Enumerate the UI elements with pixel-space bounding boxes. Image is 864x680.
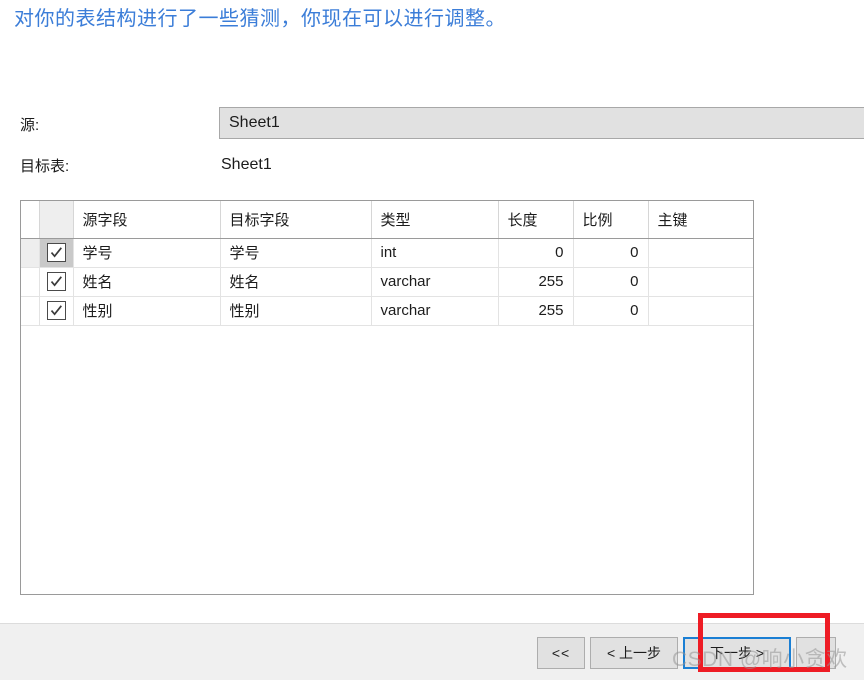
cell-length[interactable]: 255: [498, 267, 574, 297]
checkbox-icon[interactable]: [46, 301, 66, 320]
cell-type[interactable]: varchar: [371, 296, 499, 326]
row-indicator-cell: [21, 296, 40, 326]
row-checkbox-cell[interactable]: [39, 238, 74, 268]
cell-source-field[interactable]: 学号: [73, 238, 221, 268]
table-row[interactable]: 学号 学号 int 0 0: [21, 238, 753, 268]
cell-scale[interactable]: 0: [573, 238, 649, 268]
row-checkbox-cell[interactable]: [39, 267, 74, 297]
next-step-button[interactable]: 下一步 >: [683, 637, 791, 669]
row-indicator-cell: [21, 238, 40, 268]
column-header-primary-key[interactable]: 主键: [648, 201, 753, 239]
footer-bar: << < 上一步 下一步 >: [0, 623, 864, 680]
cell-length[interactable]: 255: [498, 296, 574, 326]
field-mapping-table: 源字段 目标字段 类型 长度 比例 主键 学号 学号 int 0 0 姓名 姓名…: [21, 201, 753, 326]
cell-source-field[interactable]: 性别: [73, 296, 221, 326]
target-table-label: 目标表:: [20, 157, 70, 175]
checkbox-icon[interactable]: [46, 272, 66, 291]
source-label: 源:: [20, 116, 40, 134]
target-table-value: Sheet1: [221, 156, 272, 173]
trailing-button[interactable]: [796, 637, 836, 669]
cell-length[interactable]: 0: [498, 238, 574, 268]
source-row: 源:: [20, 109, 39, 139]
column-header-length[interactable]: 长度: [498, 201, 574, 239]
cell-primary-key[interactable]: [648, 296, 753, 326]
cell-scale[interactable]: 0: [573, 267, 649, 297]
cell-source-field[interactable]: 姓名: [73, 267, 221, 297]
wizard-button-row: << < 上一步 下一步 >: [537, 637, 836, 669]
row-indicator-cell: [21, 267, 40, 297]
cell-target-field[interactable]: 姓名: [220, 267, 372, 297]
wizard-hint-text: 对你的表结构进行了一些猜测，你现在可以进行调整。: [14, 8, 506, 30]
table-body: 学号 学号 int 0 0 姓名 姓名 varchar 255 0 性别 性别 …: [21, 238, 753, 326]
row-indicator-header: [21, 201, 40, 239]
column-header-type[interactable]: 类型: [371, 201, 499, 239]
previous-step-button[interactable]: < 上一步: [590, 637, 678, 669]
cell-primary-key[interactable]: [648, 267, 753, 297]
table-header-row: 源字段 目标字段 类型 长度 比例 主键: [21, 201, 753, 239]
source-value-box[interactable]: Sheet1: [219, 107, 864, 139]
cell-target-field[interactable]: 性别: [220, 296, 372, 326]
column-header-target-field[interactable]: 目标字段: [220, 201, 372, 239]
cell-primary-key[interactable]: [648, 238, 753, 268]
cell-type[interactable]: varchar: [371, 267, 499, 297]
cell-scale[interactable]: 0: [573, 296, 649, 326]
row-checkbox-cell[interactable]: [39, 296, 74, 326]
target-row: 目标表:: [20, 150, 69, 180]
first-step-button[interactable]: <<: [537, 637, 585, 669]
column-header-scale[interactable]: 比例: [573, 201, 649, 239]
table-row[interactable]: 姓名 姓名 varchar 255 0: [21, 267, 753, 297]
cell-type[interactable]: int: [371, 238, 499, 268]
column-header-source-field[interactable]: 源字段: [73, 201, 221, 239]
table-row[interactable]: 性别 性别 varchar 255 0: [21, 296, 753, 326]
field-mapping-grid[interactable]: 源字段 目标字段 类型 长度 比例 主键 学号 学号 int 0 0 姓名 姓名…: [20, 200, 754, 595]
checkbox-icon[interactable]: [46, 243, 66, 262]
cell-target-field[interactable]: 学号: [220, 238, 372, 268]
select-all-header[interactable]: [39, 201, 74, 239]
